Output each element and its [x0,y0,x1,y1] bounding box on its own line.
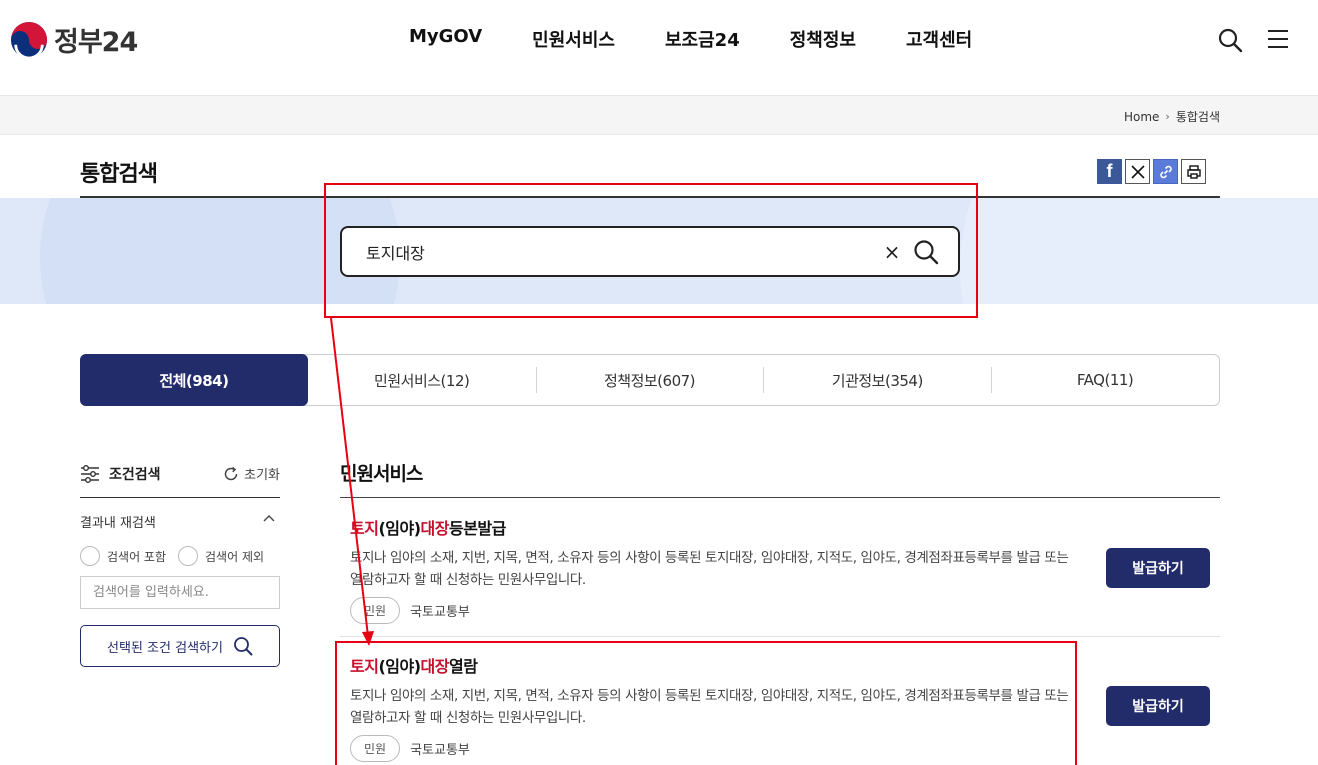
tab-all[interactable]: 전체(984) [80,354,308,406]
nav-customer-center[interactable]: 고객센터 [906,26,972,52]
close-icon[interactable]: × [882,240,902,264]
result-meta: 민원 국토교통부 [350,735,1220,762]
result-title-part: 등본발급 [448,519,506,538]
search-icon[interactable] [912,238,940,266]
search-box: × [340,226,960,277]
result-tabs: 전체(984) 민원서비스(12) 정책정보(607) 기관정보(354) FA… [80,354,1220,406]
section-title-civil-service: 민원서비스 [340,463,423,485]
refresh-icon [224,466,238,480]
nav-civil-service[interactable]: 민원서비스 [532,26,615,52]
reset-label: 초기화 [244,468,280,483]
site-logo[interactable]: 정부24 [10,20,138,59]
filter-title: 조건검색 [80,464,161,484]
issue-button[interactable]: 발급하기 [1106,686,1210,726]
logo-text: 정부24 [54,27,138,58]
breadcrumb-home[interactable]: Home [1124,110,1159,124]
result-title-highlight: 대장 [420,519,450,538]
search-input[interactable] [366,239,846,265]
filter-header: 조건검색 초기화 [80,458,280,498]
filter-sliders-icon [81,465,99,483]
print-icon[interactable] [1181,159,1206,184]
refine-search-input[interactable] [80,576,280,609]
radio-include-dot[interactable] [80,546,100,566]
main-nav: MyGOV 민원서비스 보조금24 정책정보 고객센터 [409,26,972,52]
result-title-highlight: 대장 [420,657,450,676]
result-description: 토지나 임야의 소재, 지번, 지목, 면적, 소유자 등의 사항이 등록된 토… [350,550,1069,588]
share-tools: f [1097,159,1206,184]
result-organization: 국토교통부 [410,605,470,620]
result-description: 토지나 임야의 소재, 지번, 지목, 면적, 소유자 등의 사항이 등록된 토… [350,688,1069,726]
breadcrumb: Home › 통합검색 [1124,108,1220,125]
condition-search-label: 선택된 조건 검색하기 [107,640,223,656]
x-icon[interactable] [1125,159,1150,184]
result-item: 토지(임야)대장열람 토지나 임야의 소재, 지번, 지목, 면적, 소유자 등… [350,653,1220,762]
radio-exclude-label: 검색어 제외 [205,549,265,564]
radio-include-label: 검색어 포함 [107,549,167,564]
site-header: 정부24 MyGOV 민원서비스 보조금24 정책정보 고객센터 [0,0,1318,95]
refine-section-header[interactable]: 결과내 재검색 [80,498,280,540]
tab-policy[interactable]: 정책정보(607) [535,355,764,405]
result-title-part: 열람 [448,657,478,676]
reset-button[interactable]: 초기화 [223,464,280,483]
condition-filter: 조건검색 초기화 결과내 재검색 검색어 포함 검색어 제외 선택된 조건 검색… [80,458,280,667]
result-title-part: (임야) [378,657,421,676]
section-divider [340,497,1220,498]
tab-agency[interactable]: 기관정보(354) [763,355,991,405]
tab-civil-service[interactable]: 민원서비스(12) [308,355,536,405]
refine-mode-options: 검색어 포함 검색어 제외 [80,540,280,572]
page-title: 통합검색 [80,162,158,187]
tab-faq[interactable]: FAQ(11) [991,355,1219,405]
facebook-icon[interactable]: f [1097,159,1122,184]
result-title-highlight: 토지 [350,657,379,676]
result-item: 토지(임야)대장등본발급 토지나 임야의 소재, 지번, 지목, 면적, 소유자… [350,515,1220,624]
result-title[interactable]: 토지(임야)대장등본발급 [350,515,1220,539]
nav-mygov[interactable]: MyGOV [409,26,482,52]
search-icon [234,637,253,656]
result-title-highlight: 토지 [350,519,379,538]
result-divider [340,636,1220,637]
nav-subsidy[interactable]: 보조금24 [665,26,740,52]
result-title[interactable]: 토지(임야)대장열람 [350,653,1220,677]
search-icon[interactable] [1217,27,1243,53]
link-icon[interactable] [1153,159,1178,184]
result-title-part: (임야) [378,519,421,538]
radio-exclude-dot[interactable] [178,546,199,566]
breadcrumb-bar: Home › 통합검색 [0,95,1318,135]
chevron-up-icon[interactable] [263,514,275,522]
condition-search-button[interactable]: 선택된 조건 검색하기 [80,625,280,667]
chevron-right-icon: › [1165,110,1170,123]
nav-policy[interactable]: 정책정보 [790,26,856,52]
breadcrumb-current: 통합검색 [1175,110,1220,124]
filter-title-text: 조건검색 [109,467,161,483]
taegeuk-logo-icon [10,21,48,59]
result-meta: 민원 국토교통부 [350,597,1220,624]
category-badge: 민원 [350,735,401,762]
refine-label: 결과내 재검색 [80,516,156,531]
radio-exclude[interactable]: 검색어 제외 [178,546,264,566]
result-organization: 국토교통부 [410,743,470,758]
issue-button[interactable]: 발급하기 [1106,548,1210,588]
radio-include[interactable]: 검색어 포함 [80,546,166,566]
category-badge: 민원 [350,597,401,624]
hamburger-menu-icon[interactable] [1266,28,1290,50]
